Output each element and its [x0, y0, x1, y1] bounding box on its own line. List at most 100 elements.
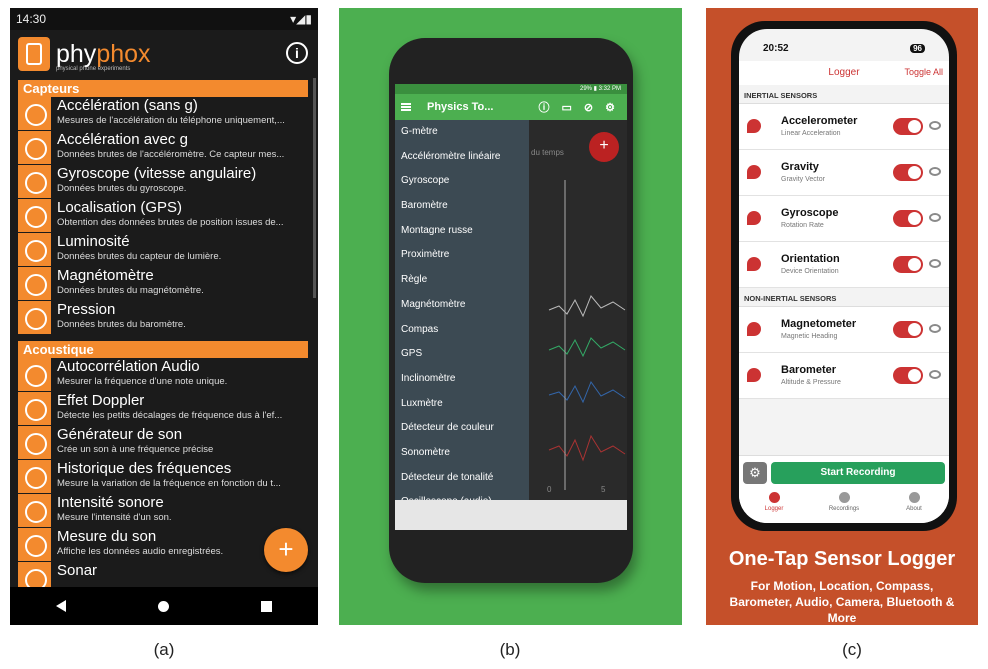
experiment-icon [18, 426, 51, 459]
info-icon[interactable]: ⓘ [539, 99, 550, 115]
experiment-item[interactable]: Effet Doppler Détecte les petits décalage… [18, 392, 308, 426]
experiment-item[interactable]: Pression Données brutes du baromètre. [18, 301, 308, 335]
toggle-all-button[interactable]: Toggle All [904, 67, 943, 77]
experiment-item[interactable]: Gyroscope (vitesse angulaire) Données bru… [18, 165, 308, 199]
experiment-icon [18, 233, 51, 266]
sensor-logger-screenshot: 20:52 96 Logger Toggle All INERTIAL SENS… [706, 8, 978, 625]
experiment-icon [18, 358, 51, 391]
sensor-toggle[interactable] [893, 210, 923, 227]
sensor-row: Accelerometer Linear Acceleration [739, 104, 949, 150]
settings-icon[interactable]: ⚙ [605, 101, 615, 114]
experiment-description: Mesure la variation de la fréquence en f… [57, 478, 281, 489]
sensor-row: Barometer Altitude & Pressure [739, 353, 949, 399]
battery-badge: 96 [910, 43, 925, 53]
status-bar: 20:52 96 [739, 35, 949, 61]
home-icon[interactable] [158, 600, 169, 612]
experiment-item[interactable]: Luminosité Données brutes du capteur de l… [18, 233, 308, 267]
experiment-icon [18, 97, 51, 130]
drawer-item[interactable]: Baromètre [395, 194, 529, 219]
android-nav-bar [395, 500, 627, 530]
experiment-item[interactable]: Accélération avec g Données brutes de l'a… [18, 131, 308, 165]
tab-label: About [906, 506, 922, 512]
experiment-description: Mesurer la fréquence d'une note unique. [57, 376, 228, 387]
experiment-description: Données brutes du baromètre. [57, 319, 186, 330]
drawer-item[interactable]: Inclinomètre [395, 367, 529, 392]
sensor-toggle[interactable] [893, 367, 923, 384]
noninertial-header: NON-INERTIAL SENSORS [739, 288, 949, 307]
folder-icon[interactable]: ▭ [562, 101, 572, 114]
experiment-item[interactable]: Intensité sonore Mesure l'intensité d'un … [18, 494, 308, 528]
eye-icon[interactable] [929, 213, 941, 222]
drawer-item[interactable]: Accéléromètre linéaire [395, 145, 529, 170]
experiment-item[interactable]: Accélération (sans g) Mesures de l'accélé… [18, 97, 308, 131]
tab-icon [838, 492, 850, 503]
experiment-title: Intensité sonore [57, 494, 164, 511]
drawer-item[interactable]: Luxmètre [395, 392, 529, 417]
sensor-plot: du temps + 0 5 [529, 120, 627, 500]
experiment-item[interactable]: Autocorrélation Audio Mesurer la fréquenc… [18, 358, 308, 392]
eye-icon[interactable] [929, 121, 941, 130]
phone-screen: 20:52 96 Logger Toggle All INERTIAL SENS… [739, 29, 949, 523]
experiment-icon [18, 301, 51, 334]
tab-label: Recordings [828, 506, 860, 512]
eye-icon[interactable] [929, 324, 941, 333]
experiment-title: Générateur de son [57, 426, 183, 443]
tab-icon [908, 492, 920, 503]
experiment-item[interactable]: Historique des fréquences Mesure la varia… [18, 460, 308, 494]
tab-recordings[interactable]: Recordings [814, 492, 874, 512]
recents-icon[interactable] [261, 600, 272, 612]
rotate-icon[interactable]: ⊘ [584, 101, 593, 114]
status-time: 14:30 [16, 12, 47, 26]
drawer-item[interactable]: Montagne russe [395, 219, 529, 244]
tab-about[interactable]: About [884, 492, 944, 512]
experiment-item[interactable]: Générateur de son Crée un son à une fréqu… [18, 426, 308, 460]
back-icon[interactable] [56, 600, 66, 612]
sensor-name: Accelerometer [781, 115, 858, 127]
eye-icon[interactable] [929, 259, 941, 268]
experiment-title: Autocorrélation Audio [57, 358, 200, 375]
sensor-toggle[interactable] [893, 164, 923, 181]
top-bar: Logger Toggle All [739, 61, 949, 85]
drawer-item[interactable]: Compas [395, 318, 529, 343]
sensor-subtitle: Linear Acceleration [781, 130, 841, 137]
sensor-toggle[interactable] [893, 118, 923, 135]
drawer-item[interactable]: Sonomètre [395, 441, 529, 466]
axis-tick-5: 5 [601, 485, 606, 494]
drawer-item[interactable]: Détecteur de tonalité [395, 466, 529, 491]
drawer-item[interactable]: Règle [395, 268, 529, 293]
add-experiment-button[interactable]: + [264, 528, 308, 572]
sensor-icon [747, 165, 761, 179]
sensor-toggle[interactable] [893, 256, 923, 273]
experiment-text: Effet Doppler Détecte les petits décalage… [57, 392, 307, 422]
app-header: phyphox physical phone experiments i [10, 30, 318, 78]
experiment-item[interactable]: Magnétomètre Données brutes du magnétomèt… [18, 267, 308, 301]
experiment-description: Données brutes du magnétomètre. [57, 285, 204, 296]
sensor-list: Accélération (sans g) Mesures de l'accélé… [10, 97, 318, 335]
start-recording-button[interactable]: Start Recording [771, 462, 945, 484]
section-acoustique: Acoustique [18, 341, 308, 358]
scrollbar[interactable] [313, 78, 316, 298]
drawer-item[interactable]: GPS [395, 342, 529, 367]
experiment-description: Mesures de l'accélération du téléphone u… [57, 115, 285, 126]
drawer-item[interactable]: Proximètre [395, 243, 529, 268]
experiment-item[interactable]: Localisation (GPS) Obtention des données … [18, 199, 308, 233]
sensor-subtitle: Altitude & Pressure [781, 379, 841, 386]
drawer-item[interactable]: Magnétomètre [395, 293, 529, 318]
drawer-item[interactable]: G-mètre [395, 120, 529, 145]
eye-icon[interactable] [929, 167, 941, 176]
promo-headline: One-Tap Sensor Logger [728, 548, 956, 570]
eye-icon[interactable] [929, 370, 941, 379]
sensor-icon [747, 257, 761, 271]
experiment-title: Effet Doppler [57, 392, 145, 409]
experiment-description: Mesure l'intensité d'un son. [57, 512, 172, 523]
sensor-toggle[interactable] [893, 321, 923, 338]
gear-icon[interactable]: ⚙ [743, 462, 767, 484]
sensor-subtitle: Device Orientation [781, 268, 839, 275]
tab-logger[interactable]: Logger [744, 492, 804, 512]
experiment-text: Luminosité Données brutes du capteur de l… [57, 233, 307, 263]
experiment-icon [18, 267, 51, 300]
info-icon[interactable]: i [286, 42, 308, 64]
drawer-item[interactable]: Gyroscope [395, 169, 529, 194]
menu-icon[interactable] [401, 103, 411, 111]
drawer-item[interactable]: Détecteur de couleur [395, 416, 529, 441]
